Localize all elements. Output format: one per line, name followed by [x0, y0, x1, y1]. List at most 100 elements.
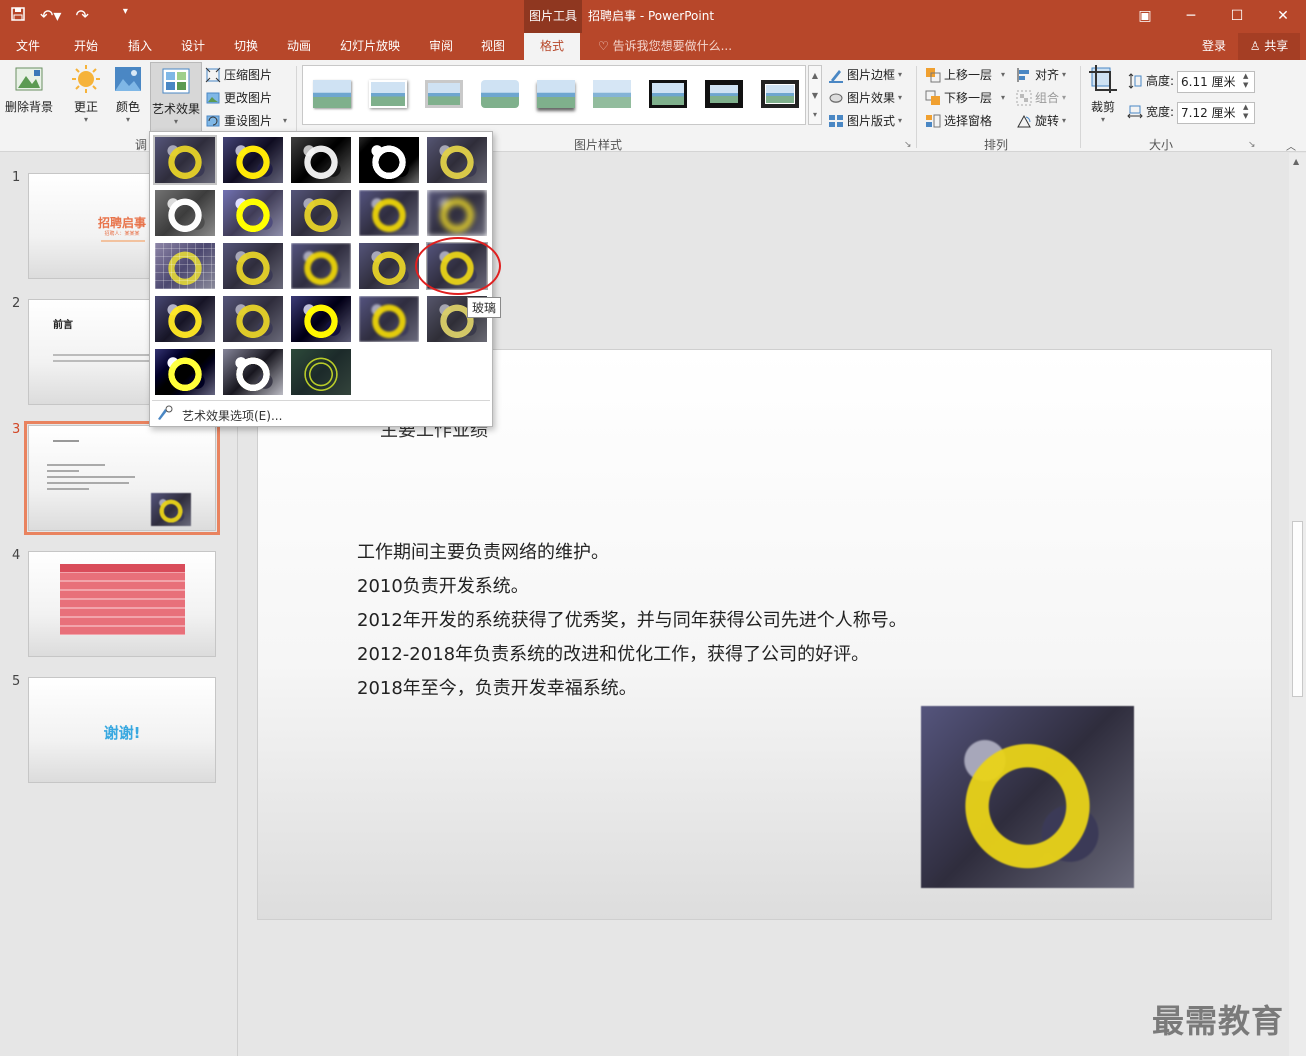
color-button[interactable]: 颜色 ▾ — [112, 64, 144, 124]
height-spinner[interactable]: ▲ ▼ — [1243, 72, 1248, 90]
tab-review[interactable]: 审阅 — [429, 33, 453, 60]
scroll-up-icon[interactable]: ▲ — [1293, 157, 1299, 166]
collapse-ribbon-icon[interactable]: ︿ — [1286, 138, 1296, 153]
effect-blur[interactable] — [427, 190, 487, 236]
slide-picture[interactable] — [921, 706, 1134, 888]
effect-mosaic-bubbles[interactable] — [359, 243, 419, 289]
align-button[interactable]: 对齐 ▾ — [1016, 66, 1066, 83]
selection-pane-button[interactable]: 选择窗格 — [925, 112, 992, 129]
compress-pictures-button[interactable]: 压缩图片 — [205, 66, 272, 83]
remove-background-button[interactable]: 删除背景 — [4, 64, 54, 115]
picture-style-option[interactable] — [365, 76, 411, 112]
save-icon[interactable] — [10, 6, 26, 26]
effect-texturizer[interactable] — [223, 296, 283, 342]
width-spinner[interactable]: ▲ ▼ — [1243, 103, 1248, 121]
reset-picture-button[interactable]: 重设图片 ▾ — [205, 112, 287, 129]
gallery-scroll[interactable]: ▲ ▼ ▾ — [808, 65, 822, 125]
tab-home[interactable]: 开始 — [74, 33, 98, 60]
effect-paint-strokes[interactable] — [223, 190, 283, 236]
send-backward-button[interactable]: 下移一层 ▾ — [925, 89, 1005, 106]
picture-border-button[interactable]: 图片边框 ▾ — [828, 66, 902, 83]
effect-paint-brush[interactable] — [291, 190, 351, 236]
tab-insert[interactable]: 插入 — [128, 33, 152, 60]
corrections-button[interactable]: 更正 ▾ — [70, 64, 102, 124]
login-link[interactable]: 登录 — [1202, 33, 1226, 60]
watermark-logo: 最需教育 — [1152, 1002, 1285, 1040]
selection-pane-icon — [925, 113, 941, 129]
height-label: 高度: — [1146, 74, 1175, 88]
effect-pastels-smooth[interactable] — [359, 296, 419, 342]
group-button[interactable]: 组合 ▾ — [1016, 89, 1066, 106]
tab-format[interactable]: 格式 — [524, 33, 581, 60]
change-picture-label: 更改图片 — [224, 91, 273, 105]
change-picture-button[interactable]: 更改图片 — [205, 89, 272, 106]
picture-style-option[interactable] — [533, 76, 579, 112]
tab-animations[interactable]: 动画 — [287, 33, 311, 60]
minimize-icon[interactable]: ─ — [1168, 0, 1214, 33]
dialog-launcher-icon[interactable]: ↘ — [1248, 140, 1256, 150]
picture-effects-button[interactable]: 图片效果 ▾ — [828, 89, 902, 106]
effect-marker[interactable] — [223, 137, 283, 183]
slide-thumbnail-5[interactable]: 谢谢! — [28, 677, 216, 783]
effect-watercolor-sponge[interactable] — [223, 243, 283, 289]
slide-body-text[interactable]: 工作期间主要负责网络的维护。 2010负责开发系统。 2012年开发的系统获得了… — [357, 536, 907, 706]
effect-cement[interactable] — [155, 296, 215, 342]
tab-view[interactable]: 视图 — [481, 33, 505, 60]
thumb-table — [60, 564, 185, 635]
picture-style-option[interactable] — [645, 76, 691, 112]
customize-qat-icon[interactable]: ▾ — [123, 6, 128, 26]
effect-pencil-sketch[interactable] — [359, 137, 419, 183]
effect-glow-diffused[interactable] — [359, 190, 419, 236]
dialog-launcher-icon[interactable]: ↘ — [904, 140, 912, 150]
rotate-button[interactable]: 旋转 ▾ — [1016, 112, 1066, 129]
redo-icon[interactable]: ↷ — [75, 6, 88, 26]
maximize-icon[interactable]: ☐ — [1214, 0, 1260, 33]
artistic-effects-button[interactable]: 艺术效果 ▾ — [150, 62, 202, 132]
scrollbar-thumb[interactable] — [1292, 521, 1303, 697]
crop-button[interactable]: 裁剪 ▾ — [1086, 64, 1120, 124]
effect-film-grain[interactable] — [291, 243, 351, 289]
effect-pencil-grayscale[interactable] — [291, 137, 351, 183]
chevron-down-icon: ▾ — [898, 70, 903, 79]
thumb-title: 谢谢! — [103, 724, 141, 742]
share-button[interactable]: ♙ 共享 — [1238, 33, 1300, 60]
effect-chalk-sketch[interactable] — [155, 190, 215, 236]
effect-line-drawing[interactable] — [427, 137, 487, 183]
tell-me-search[interactable]: ♡ 告诉我您想要做什么... — [598, 33, 732, 60]
effect-glow-edges[interactable] — [291, 349, 351, 395]
slide-thumbnail-3[interactable] — [24, 421, 220, 535]
effect-crisscross-etching[interactable] — [291, 296, 351, 342]
picture-style-option[interactable] — [309, 76, 355, 112]
body-line: 工作期间主要负责网络的维护。 — [357, 542, 609, 563]
group-divider — [916, 66, 917, 148]
artistic-effects-options-item[interactable]: 艺术效果选项(E)... — [182, 407, 282, 424]
effect-none[interactable] — [153, 135, 217, 185]
tab-file[interactable]: 文件 — [16, 33, 40, 60]
gallery-scroll-up-icon[interactable]: ▲ — [809, 66, 821, 86]
picture-style-option[interactable] — [589, 76, 635, 112]
ribbon-display-icon[interactable]: ▣ — [1122, 0, 1168, 33]
effect-cutout[interactable] — [155, 349, 215, 395]
close-icon[interactable]: ✕ — [1260, 0, 1306, 33]
picture-style-option[interactable] — [701, 76, 747, 112]
vertical-scrollbar[interactable]: ▲ — [1289, 153, 1306, 1056]
picture-layout-button[interactable]: 图片版式 ▾ — [828, 112, 902, 129]
tab-transitions[interactable]: 切换 — [234, 33, 258, 60]
picture-style-option[interactable] — [757, 76, 803, 112]
thumb-date-line — [101, 240, 145, 242]
effects-icon — [828, 90, 844, 106]
effect-light-screen[interactable] — [155, 243, 215, 289]
gallery-expand-icon[interactable]: ▾ — [809, 106, 821, 124]
slide-thumbnail-4[interactable] — [28, 551, 216, 657]
effect-photocopy[interactable] — [223, 349, 283, 395]
rotate-icon — [1016, 113, 1032, 129]
picture-style-option[interactable] — [477, 76, 523, 112]
tab-slideshow[interactable]: 幻灯片放映 — [340, 33, 400, 60]
bring-forward-button[interactable]: 上移一层 ▾ — [925, 66, 1005, 83]
gallery-scroll-down-icon[interactable]: ▼ — [809, 86, 821, 106]
tab-design[interactable]: 设计 — [181, 33, 205, 60]
picture-style-option[interactable] — [421, 76, 467, 112]
slide-canvas[interactable]: 主要工作业绩 工作期间主要负责网络的维护。 2010负责开发系统。 2012年开… — [257, 349, 1272, 920]
undo-icon[interactable]: ↶▾ — [40, 6, 61, 26]
color-label: 颜色 — [115, 100, 140, 114]
